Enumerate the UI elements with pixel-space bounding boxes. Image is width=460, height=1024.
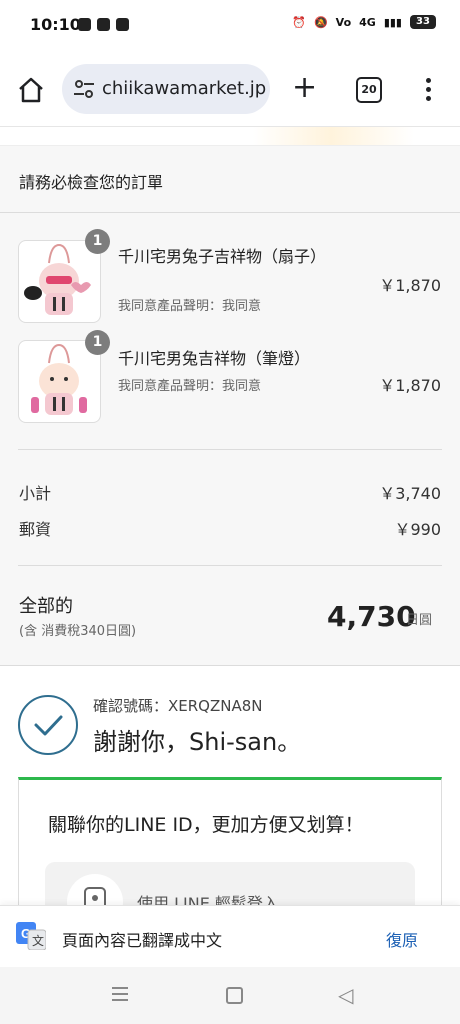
item-name: 千川宅男兔吉祥物（筆燈） — [118, 349, 311, 368]
line-card-title: 關聯你的LINE ID，更加方便又划算！ — [48, 814, 364, 836]
restore-button[interactable]: 復原 — [386, 927, 418, 951]
nav-home-icon[interactable] — [226, 987, 243, 1004]
subtotal-label: 小計 — [19, 484, 52, 503]
address-bar[interactable]: chiikawamarket.jp — [62, 64, 270, 114]
system-icons: ⏰ 🔕 Vo 4G ▮▮▮ 33 — [292, 15, 436, 29]
divider — [18, 449, 442, 450]
confirmation-check-icon — [18, 695, 78, 755]
battery-icon: 33 — [410, 15, 436, 29]
status-time: 10:10 — [30, 15, 81, 34]
item-price: ￥1,870 — [379, 276, 441, 295]
item-name: 千川宅男兔子吉祥物（扇子） — [118, 247, 327, 266]
svg-text:文: 文 — [32, 933, 44, 948]
total-unit: 日圓 — [406, 613, 433, 628]
item-price: ￥1,870 — [379, 376, 441, 395]
thank-you-heading: 謝謝你，Shi-san。 — [93, 728, 302, 756]
divider — [0, 212, 460, 213]
order-check-heading: 請務必檢查您的訂單 — [19, 173, 164, 192]
tax-note: (含 消費稅340日圓) — [19, 624, 137, 639]
translate-bar: G 文 頁面內容已翻譯成中文 復原 — [0, 905, 460, 968]
shipping-value: ￥990 — [394, 520, 441, 539]
quantity-badge: 1 — [85, 330, 110, 355]
line-app-icon — [78, 18, 91, 31]
mute-icon: 🔕 — [313, 15, 328, 29]
new-tab-icon[interactable]: + — [292, 73, 317, 103]
site-settings-icon[interactable] — [72, 78, 96, 100]
product-image-penlight — [31, 343, 87, 415]
more-menu-icon[interactable] — [426, 78, 432, 105]
notification-icons — [78, 18, 129, 31]
item-note: 我同意產品聲明：我同意 — [118, 299, 262, 314]
network-label: 4G — [359, 15, 376, 29]
product-thumbnail — [18, 340, 101, 423]
quantity-badge: 1 — [85, 229, 110, 254]
product-image-fan — [24, 243, 91, 315]
item-note: 我同意產品聲明：我同意 — [118, 379, 262, 394]
total-value: 4,730 — [327, 600, 416, 633]
recent-apps-icon[interactable] — [112, 987, 128, 1005]
wechat-icon — [116, 18, 129, 31]
system-nav-bar: ◁ — [0, 967, 460, 1024]
signal-icon: ▮▮▮ — [383, 15, 402, 29]
instagram-icon — [97, 18, 110, 31]
page-top-strip — [0, 127, 460, 146]
total-label: 全部的 — [19, 596, 73, 617]
subtotal-value: ￥3,740 — [379, 484, 441, 503]
shipping-label: 郵資 — [19, 520, 52, 539]
google-translate-icon: G 文 — [16, 922, 46, 950]
status-bar: 10:10 ⏰ 🔕 Vo 4G ▮▮▮ 33 — [0, 0, 460, 52]
browser-toolbar: chiikawamarket.jp + 20 — [0, 52, 460, 127]
product-thumbnail — [18, 240, 101, 323]
divider — [18, 565, 442, 566]
divider — [0, 665, 460, 666]
back-icon[interactable]: ◁ — [338, 983, 353, 1007]
translate-status-text: 頁面內容已翻譯成中文 — [62, 931, 223, 950]
home-icon[interactable] — [17, 76, 45, 104]
volte-icon: Vo — [335, 15, 352, 29]
confirmation-number: 確認號碼：XERQZNA8N — [93, 697, 263, 715]
alarm-icon: ⏰ — [292, 15, 306, 29]
url-text[interactable]: chiikawamarket.jp — [102, 78, 268, 99]
tab-count-button[interactable]: 20 — [356, 77, 382, 103]
